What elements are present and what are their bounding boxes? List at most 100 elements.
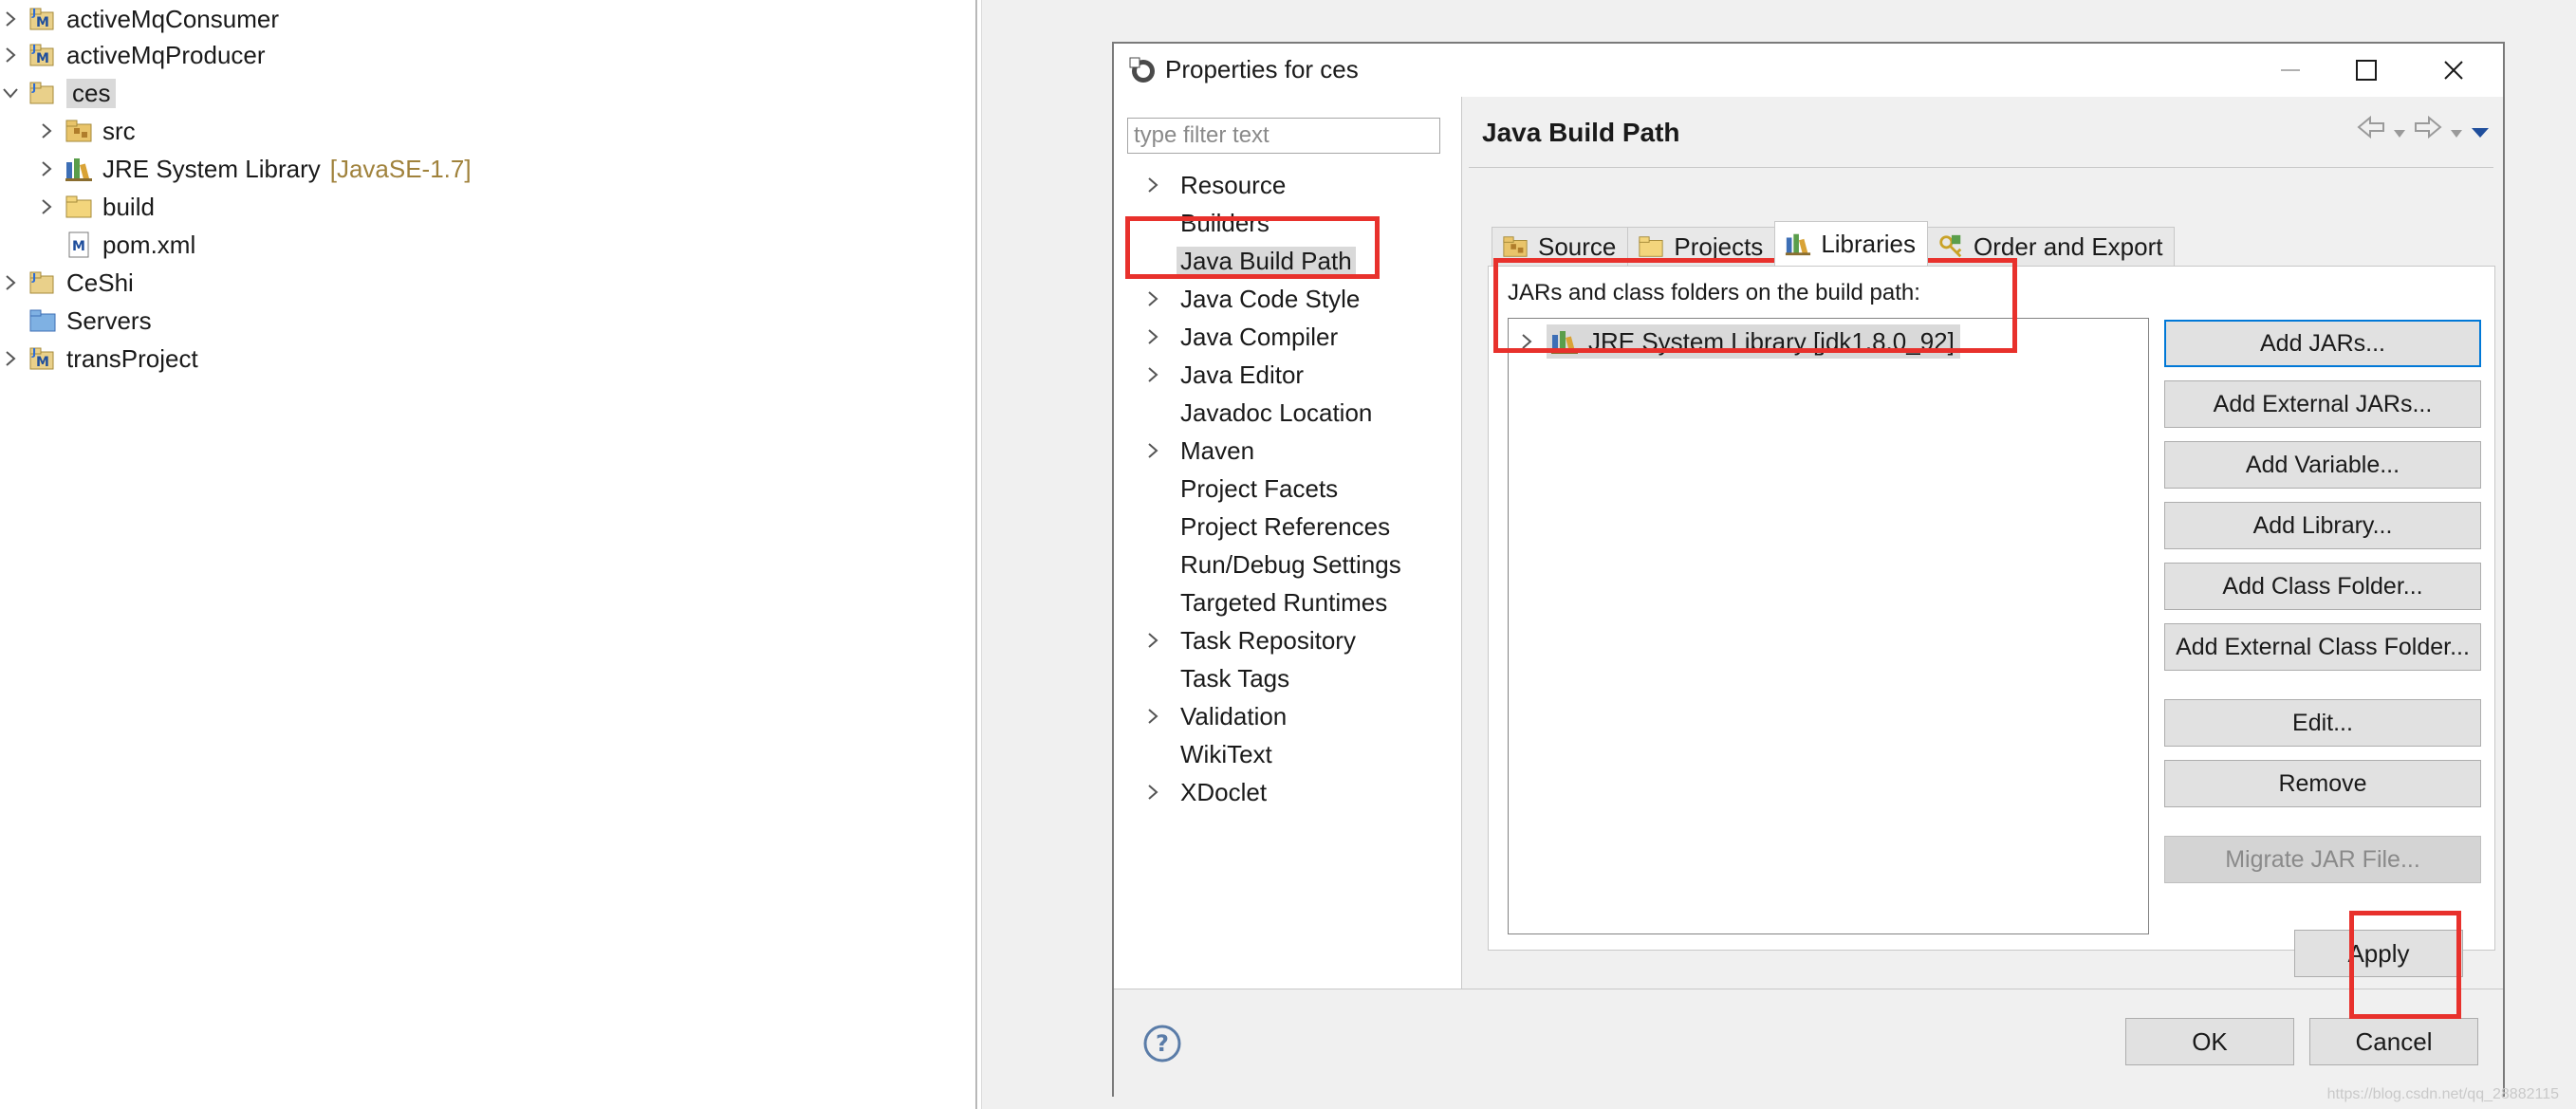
dialog-titlebar[interactable]: Properties for ces	[1114, 44, 2503, 97]
maven-project-icon: MJ	[28, 344, 57, 373]
chevron-right-icon[interactable]	[36, 120, 57, 141]
nav-item-label: Task Repository	[1180, 625, 1356, 655]
chevron-right-icon[interactable]	[1142, 288, 1163, 309]
filter-input[interactable]	[1127, 118, 1440, 154]
tab-projects[interactable]: Projects	[1627, 227, 1776, 266]
jre-version-decoration: [JavaSE-1.7]	[329, 154, 472, 183]
remove-button[interactable]: Remove	[2164, 760, 2481, 807]
nav-item-run-debug-settings[interactable]: Run/Debug Settings	[1142, 546, 1405, 582]
forward-arrow-icon[interactable]	[2414, 115, 2442, 145]
tree-item-ces[interactable]: J ces	[0, 74, 117, 112]
add-external-class-folder-button[interactable]: Add External Class Folder...	[2164, 623, 2481, 671]
tree-item-transproject[interactable]: MJ transProject	[0, 340, 198, 378]
chevron-right-icon[interactable]	[1142, 326, 1163, 347]
maximize-button[interactable]	[2338, 49, 2395, 91]
tree-item-jre-system-library[interactable]: JRE System Library [JavaSE-1.7]	[36, 150, 472, 188]
view-menu-icon[interactable]	[2471, 116, 2490, 145]
svg-text:M: M	[36, 15, 49, 30]
back-arrow-icon[interactable]	[2357, 115, 2385, 145]
minimize-button[interactable]	[2262, 49, 2319, 91]
add-class-folder-button[interactable]: Add Class Folder...	[2164, 563, 2481, 610]
tab-source[interactable]: Source	[1492, 227, 1629, 266]
add-jars-button[interactable]: Add JARs...	[2164, 320, 2481, 367]
tree-item-activemqconsumer[interactable]: MJ activeMqConsumer	[0, 0, 279, 38]
help-icon[interactable]: ?	[1142, 1024, 1182, 1070]
cancel-button[interactable]: Cancel	[2309, 1018, 2478, 1065]
nav-item-label: Project References	[1180, 511, 1391, 541]
nav-item-task-repository[interactable]: Task Repository	[1142, 622, 1360, 658]
libraries-tree[interactable]: JRE System Library [jdk1.8.0_92]	[1508, 318, 2149, 934]
chevron-right-icon[interactable]	[1142, 706, 1163, 727]
chevron-right-icon[interactable]	[0, 45, 21, 65]
chevron-right-icon[interactable]	[1516, 331, 1537, 352]
nav-item-task-tags[interactable]: Task Tags	[1142, 660, 1293, 696]
tree-item-ceshi[interactable]: J CeShi	[0, 264, 134, 302]
add-library-button[interactable]: Add Library...	[2164, 502, 2481, 549]
nav-item-maven[interactable]: Maven	[1142, 433, 1258, 469]
project-folder-icon	[1638, 233, 1664, 260]
tree-item-src[interactable]: src	[36, 112, 136, 150]
project-explorer: MJ activeMqConsumer MJ activeMqProducer …	[0, 0, 975, 1109]
chevron-right-icon[interactable]	[1142, 782, 1163, 803]
nav-item-resource[interactable]: Resource	[1142, 167, 1289, 203]
nav-item-java-editor[interactable]: Java Editor	[1142, 357, 1307, 393]
nav-item-label: Task Tags	[1180, 663, 1290, 693]
nav-item-java-code-style[interactable]: Java Code Style	[1142, 281, 1363, 317]
tab-label: Libraries	[1821, 229, 1917, 258]
nav-item-project-facets[interactable]: Project Facets	[1142, 471, 1342, 507]
source-folder-icon	[65, 117, 93, 145]
tree-item-jre-system-library[interactable]: JRE System Library [jdk1.8.0_92]	[1516, 323, 1960, 360]
tree-item-activemqproducer[interactable]: MJ activeMqProducer	[0, 36, 266, 74]
nav-item-builders[interactable]: Builders	[1142, 205, 1273, 241]
chevron-right-icon[interactable]	[1142, 364, 1163, 385]
nav-item-targeted-runtimes[interactable]: Targeted Runtimes	[1142, 584, 1391, 620]
tree-item-build[interactable]: build	[36, 188, 155, 226]
tree-item-servers[interactable]: Servers	[0, 302, 152, 340]
view-divider[interactable]	[975, 0, 977, 1109]
svg-text:J: J	[31, 82, 36, 94]
history-navigation	[2357, 115, 2490, 145]
svg-text:M: M	[72, 239, 85, 254]
add-variable-button[interactable]: Add Variable...	[2164, 441, 2481, 489]
chevron-right-icon[interactable]	[36, 196, 57, 217]
svg-text:J: J	[31, 43, 36, 55]
close-button[interactable]	[2425, 49, 2482, 91]
add-external-jars-button[interactable]: Add External JARs...	[2164, 380, 2481, 428]
migrate-jar-file-button[interactable]: Migrate JAR File...	[2164, 836, 2481, 883]
nav-item-wikitext[interactable]: WikiText	[1142, 736, 1276, 772]
chevron-right-icon[interactable]	[1142, 175, 1163, 195]
library-icon	[1550, 327, 1579, 356]
svg-text:M: M	[36, 355, 49, 370]
chevron-right-icon[interactable]	[0, 9, 21, 29]
nav-item-javadoc-location[interactable]: Javadoc Location	[1142, 395, 1376, 431]
tab-libraries[interactable]: Libraries	[1774, 221, 1929, 266]
chevron-right-icon[interactable]	[0, 272, 21, 293]
nav-item-label: Java Build Path	[1177, 246, 1356, 276]
back-menu-chevron-icon[interactable]	[2393, 116, 2406, 145]
nav-item-java-build-path[interactable]: Java Build Path	[1142, 243, 1356, 279]
chevron-right-icon[interactable]	[1142, 630, 1163, 651]
chevron-right-icon[interactable]	[36, 158, 57, 179]
tree-item-pom-xml[interactable]: M pom.xml	[36, 226, 195, 264]
edit-button[interactable]: Edit...	[2164, 699, 2481, 747]
nav-item-xdoclet[interactable]: XDoclet	[1142, 774, 1270, 810]
nav-item-project-references[interactable]: Project References	[1142, 508, 1394, 545]
panel-label: JARs and class folders on the build path…	[1508, 280, 1920, 305]
properties-dialog: Properties for ces Resource Builders	[1112, 42, 2505, 1098]
chevron-right-icon[interactable]	[1142, 440, 1163, 461]
chevron-down-icon[interactable]	[0, 83, 21, 103]
svg-text:J: J	[31, 7, 36, 19]
nav-item-java-compiler[interactable]: Java Compiler	[1142, 319, 1342, 355]
chevron-right-icon[interactable]	[0, 348, 21, 369]
no-chevron-spacer	[36, 234, 57, 255]
ok-button[interactable]: OK	[2125, 1018, 2294, 1065]
servers-folder-icon	[28, 306, 57, 335]
apply-button[interactable]: Apply	[2294, 930, 2463, 977]
nav-item-label: WikiText	[1180, 739, 1272, 768]
tab-order-and-export[interactable]: Order and Export	[1927, 227, 2176, 266]
forward-menu-chevron-icon[interactable]	[2450, 116, 2463, 145]
java-project-icon: J	[28, 268, 57, 297]
dialog-title: Properties for ces	[1165, 55, 1359, 83]
tree-item-label: JRE System Library	[102, 154, 321, 183]
nav-item-validation[interactable]: Validation	[1142, 698, 1290, 734]
